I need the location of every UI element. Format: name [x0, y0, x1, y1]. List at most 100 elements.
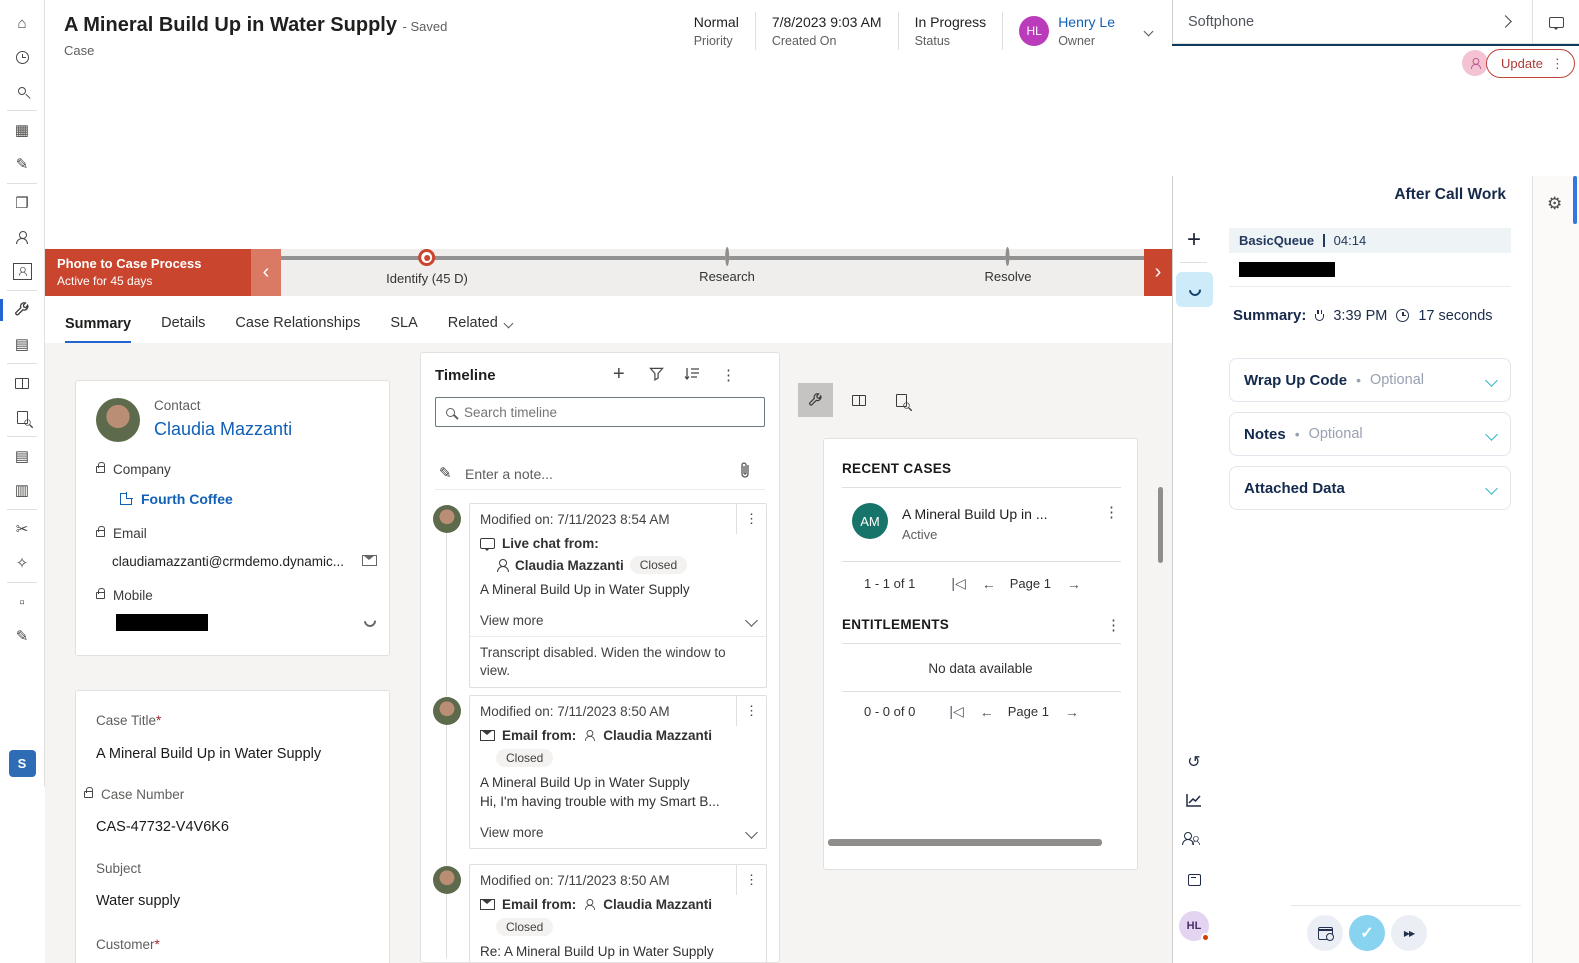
subject-value[interactable]: Water supply	[96, 893, 180, 909]
wrap-up-code-accordion[interactable]: Wrap Up Code• Optional	[1229, 358, 1511, 402]
sidebar-item-activities[interactable]: ✎	[0, 147, 45, 181]
entry-subject: A Mineral Build Up in Water Supply	[480, 775, 756, 790]
bpf-previous-stage-chevron[interactable]: ‹	[251, 249, 281, 296]
entry-kebab-icon[interactable]: ⋮	[736, 696, 766, 726]
sidebar-item-knowledge-articles[interactable]	[0, 366, 45, 400]
panel-scrollbar[interactable]	[1573, 176, 1577, 224]
notes-card-icon[interactable]	[1173, 873, 1215, 891]
recent-case-kebab-icon[interactable]: ⋮	[1104, 503, 1119, 521]
sidebar-item-knowledge-search[interactable]	[0, 400, 45, 434]
sidebar-item-cases[interactable]	[0, 293, 45, 327]
caller-number-redacted	[1239, 262, 1335, 277]
sidebar-item-home[interactable]: ⌂	[0, 6, 45, 40]
update-menu-kebab-icon[interactable]: ⋮	[1551, 56, 1564, 72]
complete-acw-button[interactable]: ✓	[1349, 915, 1385, 951]
tab-summary[interactable]: Summary	[65, 316, 131, 344]
contacts-person-icon	[16, 231, 29, 244]
sidebar-item-pinned[interactable]	[0, 74, 45, 108]
enter-note-field[interactable]: Enter a note...	[465, 466, 553, 482]
softphone-new-session-icon[interactable]: +	[1181, 226, 1207, 254]
browser-update-button[interactable]: Update ⋮	[1486, 49, 1575, 78]
header-more-chevron-icon[interactable]	[1144, 26, 1154, 36]
send-email-icon[interactable]	[362, 554, 377, 569]
sidebar-item-accounts[interactable]: ❒	[0, 186, 45, 220]
case-number-value[interactable]: CAS-47732-V4V6K6	[96, 819, 229, 835]
timeline-entry[interactable]: Modified on: 7/11/2023 8:50 AM ⋮ Email f…	[469, 864, 767, 963]
sidebar-item-connections[interactable]: ✂	[0, 512, 45, 546]
previous-page-icon[interactable]: ←	[982, 576, 996, 592]
sidebar-item-recent[interactable]	[0, 40, 45, 74]
sidebar-item-article-templates[interactable]: ▤	[0, 439, 45, 473]
company-value[interactable]: Fourth Coffee	[120, 491, 233, 507]
sidebar-item-social-profiles[interactable]	[0, 254, 45, 288]
active-call-session-button[interactable]	[1176, 272, 1213, 307]
entry-modified-on: Modified on: 7/11/2023 8:50 AM	[480, 873, 670, 888]
tab-search-tool[interactable]	[884, 383, 919, 417]
tab-details[interactable]: Details	[161, 315, 205, 343]
case-title-value[interactable]: A Mineral Build Up in Water Supply	[96, 746, 321, 762]
timeline-search-box	[435, 397, 765, 427]
schedule-callback-button[interactable]	[1307, 915, 1343, 951]
entry-kebab-icon[interactable]: ⋮	[736, 504, 766, 534]
queue-name: BasicQueue	[1239, 233, 1314, 248]
first-page-icon[interactable]: |◁	[951, 575, 965, 592]
tab-knowledge-tool[interactable]	[841, 383, 876, 417]
next-page-icon[interactable]: →	[1067, 576, 1081, 592]
timeline-entry[interactable]: Modified on: 7/11/2023 8:50 AM ⋮ Email f…	[469, 695, 767, 849]
view-more-button[interactable]: View more	[470, 817, 766, 848]
email-value[interactable]: claudiamazzanti@crmdemo.dynamic...	[112, 554, 344, 569]
collapse-panel-chevron-icon[interactable]	[1499, 15, 1512, 28]
skip-acw-button[interactable]: ▶▶	[1391, 915, 1427, 951]
bpf-stage-identify[interactable]: Identify (45 D)	[386, 249, 468, 286]
browser-profile-avatar[interactable]	[1462, 50, 1488, 76]
horizontal-scrollbar[interactable]	[828, 839, 1102, 846]
sidebar-item-knowledge-base[interactable]: ▥	[0, 473, 45, 507]
bpf-next-stage-chevron[interactable]: ›	[1144, 249, 1172, 296]
tab-case-relationships[interactable]: Case Relationships	[235, 315, 360, 343]
timeline-search-input[interactable]	[464, 405, 754, 420]
notes-accordion[interactable]: Notes• Optional	[1229, 412, 1511, 456]
previous-page-icon[interactable]: ←	[980, 704, 994, 720]
view-more-button[interactable]: View more	[470, 605, 766, 636]
area-switcher[interactable]: S	[9, 750, 36, 777]
timeline-kebab-icon[interactable]: ⋮	[721, 366, 736, 384]
sidebar-item-templates[interactable]: ▫	[0, 585, 45, 619]
attached-data-accordion[interactable]: Attached Data	[1229, 466, 1511, 510]
next-page-icon[interactable]: →	[1065, 704, 1079, 720]
entity-type-label: Case	[64, 43, 94, 58]
agents-people-icon[interactable]	[1173, 832, 1215, 850]
sidebar-item-dashboards[interactable]: ▦	[0, 113, 45, 147]
timeline-filter-icon[interactable]	[649, 367, 664, 381]
insights-chart-icon[interactable]	[1173, 793, 1215, 807]
entitlements-kebab-icon[interactable]: ⋮	[1106, 616, 1121, 634]
attach-paperclip-icon[interactable]	[739, 461, 751, 479]
timeline-add-icon[interactable]: +	[613, 363, 625, 386]
conversations-icon[interactable]	[1549, 17, 1564, 28]
call-timer: 04:14	[1334, 233, 1367, 248]
owner-field[interactable]: HL Henry Le Owner	[1002, 12, 1131, 50]
sitemap-rail: ⌂ ▦ ✎ ❒ ▤ ▤ ▥ ✂ ✧ ▫ ✎ S	[0, 0, 45, 787]
priority-label: Priority	[694, 34, 739, 48]
productivity-settings-icon[interactable]: ⚙	[1547, 194, 1562, 214]
timeline-sort-icon[interactable]	[684, 367, 700, 381]
entry-kebab-icon[interactable]: ⋮	[736, 865, 766, 895]
tab-related-tool[interactable]	[798, 383, 833, 417]
first-page-icon[interactable]: |◁	[949, 703, 963, 720]
recent-case-title[interactable]: A Mineral Build Up in ...	[902, 506, 1048, 522]
bpf-stage-resolve[interactable]: Resolve	[985, 249, 1032, 284]
sidebar-item-contacts[interactable]	[0, 220, 45, 254]
sidebar-item-products[interactable]: ✧	[0, 546, 45, 580]
timeline-entry[interactable]: Modified on: 7/11/2023 8:54 AM ⋮ Live ch…	[469, 503, 767, 688]
tab-sla[interactable]: SLA	[390, 315, 417, 343]
call-phone-icon[interactable]	[364, 615, 376, 630]
main-vertical-scrollbar[interactable]	[1158, 487, 1163, 563]
call-time: 3:39 PM	[1333, 308, 1387, 324]
sidebar-item-queues[interactable]: ▤	[0, 327, 45, 361]
sidebar-item-entitlements[interactable]: ✎	[0, 619, 45, 653]
contact-name-link[interactable]: Claudia Mazzanti	[154, 419, 292, 440]
bpf-stage-research[interactable]: Research	[699, 249, 755, 284]
tab-related[interactable]: Related	[448, 315, 512, 343]
session-history-icon[interactable]: ↺	[1173, 752, 1215, 772]
customer-label: Customer*	[96, 937, 160, 952]
agent-presence-avatar[interactable]: HL	[1179, 911, 1209, 941]
